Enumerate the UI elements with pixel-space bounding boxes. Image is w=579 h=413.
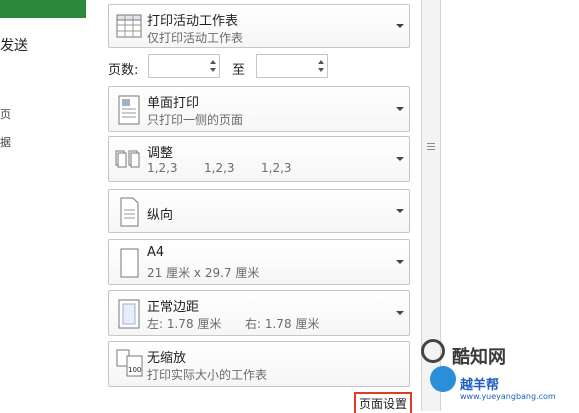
print-what-dropdown[interactable]: 打印活动工作表 仅打印活动工作表: [108, 4, 410, 48]
sides-subtitle: 只打印一侧的页面: [147, 113, 244, 127]
no-scaling-icon: 100: [116, 349, 143, 377]
pages-from-stepper[interactable]: [148, 54, 220, 78]
paper-icon: [120, 248, 139, 278]
watermark-badge-icon: [430, 366, 456, 392]
scaling-dropdown[interactable]: 100 无缩放 打印实际大小的工作表: [108, 341, 410, 387]
collate-subtitle-2: 1,2,3: [204, 161, 235, 175]
watermark-url: www.yueyangbang.com: [460, 392, 556, 401]
portrait-icon: [120, 197, 139, 227]
spin-up-icon[interactable]: [210, 60, 216, 64]
chevron-down-icon: [396, 107, 404, 111]
spin-down-icon[interactable]: [210, 68, 216, 72]
watermark-site: 越羊帮: [460, 378, 500, 393]
pages-to-label: 至: [232, 63, 246, 78]
collate-subtitle-3: 1,2,3: [261, 161, 292, 175]
chevron-down-icon: [396, 24, 404, 28]
watermark-logo-icon: [421, 339, 445, 363]
nav-item-partial-1[interactable]: 页: [0, 106, 11, 122]
scale-100-label: 100: [128, 366, 141, 374]
print-what-subtitle: 仅打印活动工作表: [147, 31, 244, 45]
spin-up-icon[interactable]: [318, 60, 324, 64]
pages-to-stepper[interactable]: [256, 54, 328, 78]
worksheet-icon: [116, 14, 142, 38]
paper-size-title: A4: [147, 245, 165, 260]
spin-down-icon[interactable]: [318, 68, 324, 72]
print-what-title: 打印活动工作表: [147, 14, 239, 29]
chevron-down-icon: [396, 260, 404, 264]
orientation-title: 纵向: [147, 208, 174, 223]
pages-range-row: 页数: 至: [108, 52, 410, 82]
single-sided-icon: [118, 95, 140, 125]
margins-title: 正常边距: [147, 300, 200, 315]
chevron-down-icon: [396, 311, 404, 315]
splitter-grip-icon[interactable]: [427, 143, 435, 152]
collate-title: 调整: [147, 146, 174, 161]
nav-active-notch: [72, 0, 86, 18]
chevron-down-icon: [396, 157, 404, 161]
margins-dropdown[interactable]: 正常边距 左: 1.78 厘米 右: 1.78 厘米: [108, 290, 410, 336]
chevron-down-icon: [396, 209, 404, 213]
collated-icon: [115, 150, 140, 168]
sides-title: 单面打印: [147, 96, 200, 111]
paper-size-dropdown[interactable]: A4 21 厘米 x 29.7 厘米: [108, 239, 410, 285]
scaling-subtitle: 打印实际大小的工作表: [147, 368, 268, 382]
margins-right: 右: 1.78 厘米: [245, 317, 320, 331]
collate-subtitle-1: 1,2,3: [147, 161, 178, 175]
scaling-title: 无缩放: [147, 351, 187, 366]
backstage-nav: 发送 页 据: [0, 0, 87, 411]
pages-label: 页数:: [108, 63, 139, 78]
watermark-brand: 酷知网: [452, 347, 506, 368]
paper-size-subtitle: 21 厘米 x 29.7 厘米: [147, 266, 260, 280]
nav-item-partial-2[interactable]: 据: [0, 134, 11, 150]
collate-dropdown[interactable]: 调整 1,2,3 1,2,3 1,2,3: [108, 136, 410, 182]
orientation-dropdown[interactable]: 纵向: [108, 189, 410, 233]
sides-dropdown[interactable]: 单面打印 只打印一侧的页面: [108, 86, 410, 132]
margins-left: 左: 1.78 厘米: [147, 317, 222, 331]
nav-item-send[interactable]: 发送: [0, 35, 28, 55]
page-setup-link[interactable]: 页面设置: [354, 392, 413, 413]
margins-icon: [118, 299, 140, 329]
